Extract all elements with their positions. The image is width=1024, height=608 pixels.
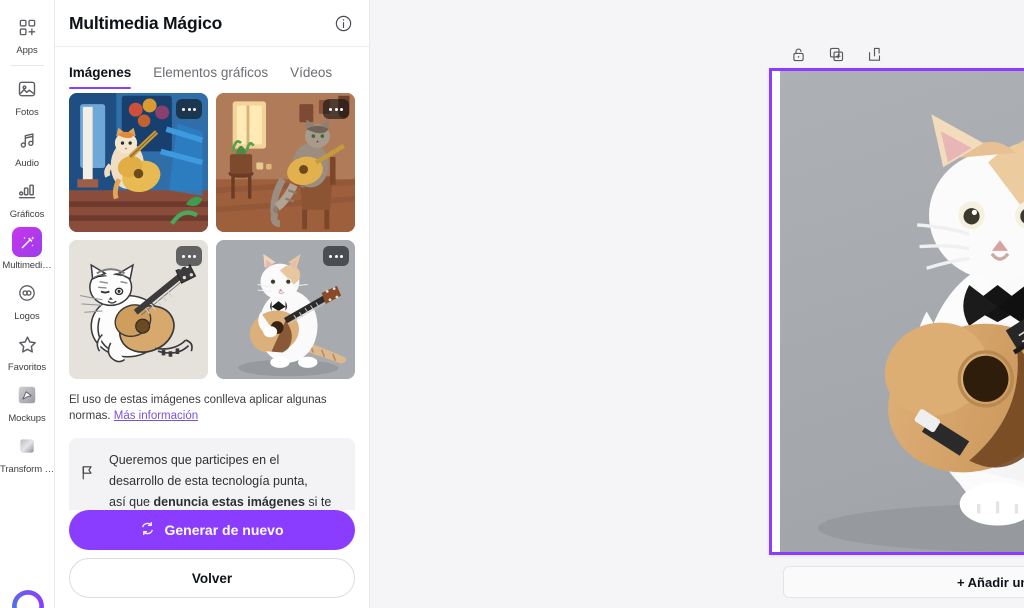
sidebar-item-favoritos[interactable]: Favoritos <box>0 325 54 376</box>
tab-elementos-graficos[interactable]: Elementos gráficos <box>153 65 268 89</box>
refresh-icon <box>140 521 155 539</box>
lock-icon[interactable] <box>788 44 808 64</box>
add-page-button[interactable]: + Añadir una página <box>783 566 1024 598</box>
generate-again-label: Generar de nuevo <box>164 522 284 538</box>
result-thumbnail[interactable] <box>216 93 355 232</box>
tip-line-1: Queremos que participes en el <box>109 453 280 467</box>
page-canvas[interactable] <box>769 68 1024 555</box>
flag-icon <box>79 464 99 486</box>
copyright-circle-icon <box>12 278 42 308</box>
music-note-icon <box>12 125 42 155</box>
sidebar-item-label: Gráficos <box>9 209 45 220</box>
generate-again-button[interactable]: Generar de nuevo <box>69 510 355 550</box>
results-grid <box>69 89 355 379</box>
result-thumbnail[interactable] <box>69 93 208 232</box>
sidebar-item-audio[interactable]: Audio <box>0 121 54 172</box>
sidebar-item-label: Favoritos <box>7 362 47 373</box>
panel-tabs: Imágenes Elementos gráficos Vídeos <box>55 47 369 89</box>
canvas-image[interactable] <box>780 71 1024 552</box>
tip-line-2: desarrollo de esta tecnología punta, <box>109 474 308 488</box>
tab-videos[interactable]: Vídeos <box>290 65 332 89</box>
sidebar-item-label: Mockups <box>8 413 46 424</box>
result-thumbnail[interactable] <box>69 240 208 379</box>
apps-grid-plus-icon <box>12 12 42 42</box>
tip-line-3c: si te <box>304 495 332 509</box>
star-icon <box>12 329 42 359</box>
tab-imagenes[interactable]: Imágenes <box>69 65 132 89</box>
sidebar-item-label: Apps <box>16 45 38 56</box>
sidebar-item-graficos[interactable]: Gráficos <box>0 172 54 223</box>
sidebar-item-multimedia[interactable]: Multimedi… <box>0 223 54 274</box>
sidebar-item-mockups[interactable]: Mockups <box>0 376 54 427</box>
mockup-icon <box>12 380 42 410</box>
page-canvas-wrapper[interactable] <box>769 68 1024 555</box>
tip-line-3a: así que <box>109 495 154 509</box>
left-rail: Apps Fotos Audio Gráficos Multimedi… Log… <box>0 0 55 608</box>
thumbnail-menu-button[interactable] <box>176 246 202 266</box>
loading-spinner-icon <box>12 590 44 608</box>
info-circle-icon[interactable] <box>331 11 355 35</box>
feedback-tip-text: Queremos que participes en el desarrollo… <box>109 450 331 510</box>
sidebar-item-label: Transform … <box>0 464 54 475</box>
add-page-icon[interactable] <box>864 44 884 64</box>
feedback-tip-box: Queremos que participes en el desarrollo… <box>69 438 355 510</box>
thumbnail-menu-button[interactable] <box>323 246 349 266</box>
sidebar-item-fotos[interactable]: Fotos <box>0 70 54 121</box>
photo-icon <box>12 74 42 104</box>
sidebar-item-label: Multimedi… <box>2 260 52 271</box>
bar-chart-icon <box>12 176 42 206</box>
multimedia-panel: Multimedia Mágico Imágenes Elementos grá… <box>55 0 370 608</box>
thumbnail-menu-button[interactable] <box>176 99 202 119</box>
canvas-area[interactable]: + Añadir una página <box>370 0 1024 608</box>
sidebar-item-apps[interactable]: Apps <box>0 8 54 59</box>
page-title: Multimedia Mágico <box>69 12 223 33</box>
back-button[interactable]: Volver <box>69 558 355 598</box>
duplicate-icon[interactable] <box>826 44 846 64</box>
transform-icon <box>12 431 42 461</box>
legal-link[interactable]: Más información <box>114 410 198 422</box>
sidebar-item-label: Fotos <box>15 107 39 118</box>
tip-line-3b: denuncia estas imágenes <box>153 495 305 509</box>
panel-footer: Generar de nuevo Volver <box>55 510 369 608</box>
rail-divider <box>10 65 44 66</box>
sidebar-item-label: Audio <box>15 158 39 169</box>
thumbnail-menu-button[interactable] <box>323 99 349 119</box>
canvas-toolbar <box>788 44 884 64</box>
legal-notice: El uso de estas imágenes conlleva aplica… <box>69 392 355 424</box>
result-thumbnail[interactable] <box>216 240 355 379</box>
sidebar-item-label: Logos <box>14 311 40 322</box>
panel-header: Multimedia Mágico <box>55 0 369 47</box>
magic-wand-icon <box>12 227 42 257</box>
sidebar-item-transform[interactable]: Transform … <box>0 427 54 478</box>
sidebar-item-logos[interactable]: Logos <box>0 274 54 325</box>
results-scroll-area[interactable]: El uso de estas imágenes conlleva aplica… <box>55 89 369 510</box>
app-root: Apps Fotos Audio Gráficos Multimedi… Log… <box>0 0 1024 608</box>
